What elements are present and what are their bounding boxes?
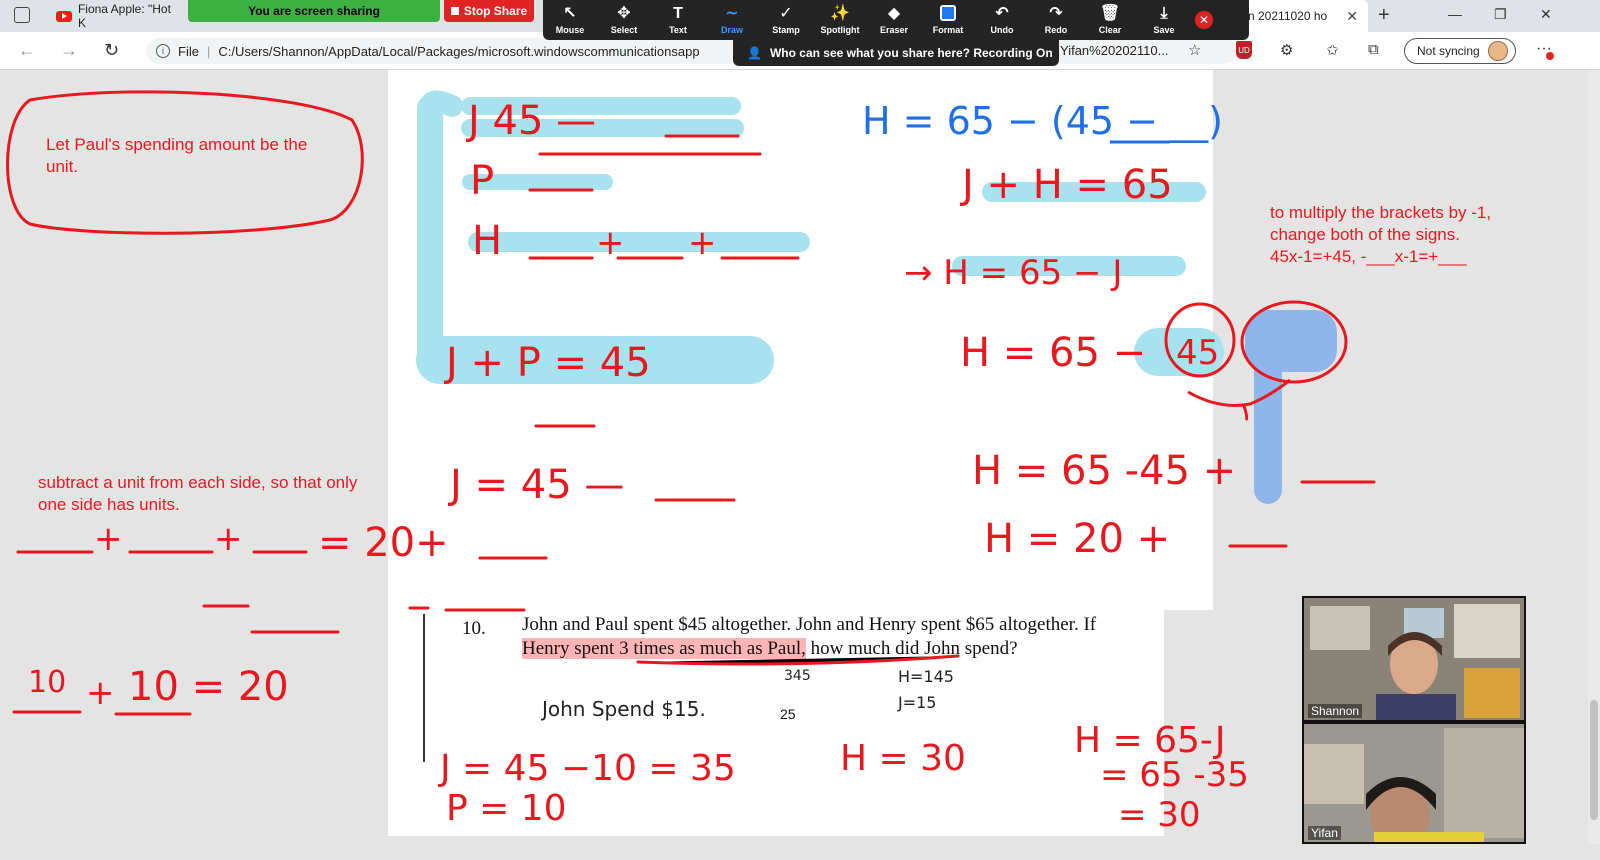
tool-spotlight[interactable]: ✨ Spotlight [813, 0, 867, 40]
format-icon [940, 5, 956, 23]
tool-clear[interactable]: 🗑 Clear [1083, 0, 1137, 40]
text-icon: T [673, 5, 683, 22]
svg-text:= 20+: = 20+ [318, 520, 449, 566]
tool-label: Select [610, 25, 638, 35]
tool-draw[interactable]: ∼ Draw [705, 0, 759, 40]
svg-text:J = 45 —: J = 45 — [447, 462, 624, 508]
tool-label: Text [669, 25, 687, 35]
tool-format[interactable]: Format [921, 0, 975, 40]
red-equations: J 45 — P H + + J + P = 45 J = 45 — + + =… [28, 98, 1249, 835]
tool-label: Mouse [555, 25, 585, 35]
eraser-icon: ◆ [887, 5, 901, 22]
svg-text:+: + [94, 519, 123, 559]
mouse-icon: ↖ [563, 5, 577, 22]
save-icon: ⤓ [1160, 5, 1168, 22]
participant-name: Yifan [1308, 826, 1341, 840]
svg-text:H = 20 +: H = 20 + [984, 516, 1170, 562]
tool-mouse[interactable]: ↖ Mouse [543, 0, 597, 40]
svg-text:P: P [470, 158, 494, 204]
close-annotation-icon[interactable]: ✕ [1195, 11, 1213, 29]
tool-save[interactable]: ⤓ Save [1137, 0, 1191, 40]
tool-eraser[interactable]: ◆ Eraser [867, 0, 921, 40]
svg-text:H: H [472, 218, 502, 264]
svg-text:+: + [86, 673, 115, 713]
clear-icon: 🗑 [1099, 5, 1121, 22]
svg-text:10 = 20: 10 = 20 [128, 664, 289, 710]
tool-label: Draw [720, 25, 743, 35]
svg-text:+: + [214, 519, 243, 559]
svg-text:John Spend $15.: John Spend $15. [540, 697, 706, 721]
undo-icon: ↶ [995, 5, 1009, 22]
draw-icon: ∼ [725, 5, 739, 22]
svg-text:P = 10: P = 10 [446, 788, 567, 829]
svg-text:J 45 —: J 45 — [465, 98, 596, 144]
blue-equation: H = 65 − (45 − __) [862, 99, 1223, 143]
tool-label: Spotlight [820, 25, 860, 35]
tool-label: Save [1153, 25, 1175, 35]
recording-indicator[interactable]: 👤 Who can see what you share here? Recor… [733, 40, 1059, 66]
svg-text:= 30: = 30 [1118, 795, 1201, 835]
participants-icon: 👤 [747, 46, 762, 60]
unit-note-circle [6, 90, 364, 235]
tool-undo[interactable]: ↶ Undo [975, 0, 1029, 40]
svg-text:H = 65 − (45 − __): H = 65 − (45 − __) [862, 99, 1223, 143]
tool-label: Stamp [772, 25, 800, 35]
tool-redo[interactable]: ↷ Redo [1029, 0, 1083, 40]
svg-text:→ H = 65 − J: → H = 65 − J [904, 253, 1122, 293]
participant-name: Shannon [1308, 704, 1363, 718]
svg-text:+: + [688, 223, 717, 263]
tool-stamp[interactable]: ✓ Stamp [759, 0, 813, 40]
tool-label: Undo [990, 25, 1014, 35]
tool-label: Eraser [879, 25, 909, 35]
svg-text:45: 45 [1176, 333, 1219, 373]
annotation-toolbar: ↖ Mouse ✥ Select T Text ∼ Draw ✓ Stamp ✨ Spotlight ◆… [543, 0, 1249, 40]
tool-text[interactable]: T Text [651, 0, 705, 40]
video-tile-shannon[interactable]: Shannon [1302, 596, 1526, 722]
svg-text:H = 65 −: H = 65 − [960, 330, 1146, 376]
svg-text:345: 345 [784, 668, 811, 684]
recording-text: Who can see what you share here? Recordi… [769, 46, 1053, 60]
svg-text:J=15: J=15 [897, 693, 936, 712]
svg-text:H = 65 -45 +: H = 65 -45 + [972, 448, 1236, 494]
tool-label: Redo [1044, 25, 1068, 35]
tool-label: Format [932, 25, 964, 35]
stamp-icon: ✓ [779, 5, 793, 22]
svg-text:J = 45 −10 = 35: J = 45 −10 = 35 [438, 748, 736, 789]
spotlight-icon: ✨ [830, 5, 850, 22]
svg-text:H = 30: H = 30 [840, 738, 966, 779]
svg-text:= 65 -35: = 65 -35 [1100, 755, 1249, 795]
redo-icon: ↷ [1049, 5, 1063, 22]
scrollbar-thumb[interactable] [1590, 700, 1598, 820]
svg-text:10: 10 [28, 665, 66, 700]
select-icon: ✥ [617, 5, 631, 22]
svg-text:J + H = 65: J + H = 65 [959, 162, 1173, 208]
video-tile-yifan[interactable]: Yifan [1302, 722, 1526, 844]
pencil-work: John Spend $15. 345 H=145 J=15 [540, 667, 954, 721]
tool-select[interactable]: ✥ Select [597, 0, 651, 40]
tool-label: Clear [1098, 25, 1122, 35]
svg-text:H=145: H=145 [898, 667, 954, 686]
svg-text:J + P = 45: J + P = 45 [443, 340, 651, 386]
